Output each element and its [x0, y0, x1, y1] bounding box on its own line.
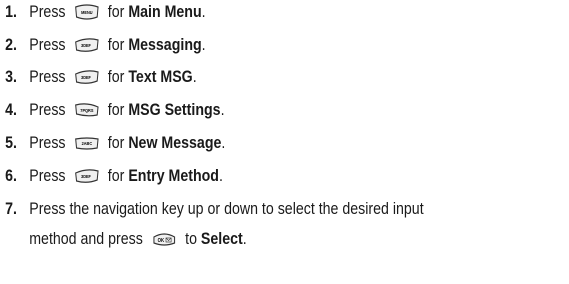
- step-line-2: method and press OK to Select.: [29, 229, 423, 249]
- key-7pqrs-icon: 7PQRS: [74, 102, 100, 118]
- step-connector: for: [103, 36, 125, 54]
- key-3def-icon: 3DEF: [74, 69, 100, 85]
- step-end: .: [220, 101, 225, 119]
- step-prefix: Press: [29, 3, 70, 21]
- step-end: .: [201, 3, 206, 21]
- step-prefix: Press: [29, 101, 70, 119]
- ok-key-icon: OK: [151, 231, 177, 247]
- step-target: MSG Settings: [128, 101, 221, 119]
- svg-text:7PQRS: 7PQRS: [80, 108, 93, 113]
- key-3def-icon: 3DEF: [74, 168, 100, 184]
- step-number: 4.: [5, 101, 17, 119]
- step-number: 1.: [5, 3, 17, 21]
- step-text: Press 3DEF for Messaging.: [29, 35, 205, 55]
- step-connector: for: [103, 167, 125, 185]
- step-prefix: Press: [29, 167, 70, 185]
- menu-key-icon: MENU: [74, 4, 100, 20]
- step-text: Press 3DEF for Text MSG.: [29, 67, 196, 87]
- step-target: Main Menu: [128, 3, 202, 21]
- step-text: Press 7PQRS for MSG Settings.: [29, 100, 224, 120]
- svg-text:2ABC: 2ABC: [81, 141, 92, 146]
- step-7: 7. Press the navigation key up or down t…: [0, 199, 489, 249]
- step-number: 3.: [5, 68, 17, 86]
- step-connector: for: [103, 3, 125, 21]
- step-prefix: Press: [29, 36, 70, 54]
- step-connector: to: [181, 230, 197, 248]
- step-text: Press the navigation key up or down to s…: [29, 199, 423, 249]
- step-number: 5.: [5, 134, 17, 152]
- svg-text:MENU: MENU: [81, 10, 92, 15]
- step-end: .: [221, 134, 226, 152]
- step-4: 4. Press 7PQRS for MSG Settings.: [0, 100, 489, 120]
- svg-text:3DEF: 3DEF: [81, 43, 91, 48]
- svg-text:3DEF: 3DEF: [81, 174, 91, 179]
- step-connector: for: [103, 134, 125, 152]
- step-number: 2.: [5, 36, 17, 54]
- step-end: .: [218, 167, 223, 185]
- step-target: Entry Method: [128, 167, 219, 185]
- key-2abc-icon: 2ABC: [74, 135, 100, 151]
- step-number: 7.: [5, 200, 17, 218]
- step-1: 1. Press MENU for Main Menu.: [0, 2, 489, 22]
- step-end: .: [242, 230, 247, 248]
- step-text: Press 3DEF for Entry Method.: [29, 166, 223, 186]
- step-connector: for: [103, 101, 125, 119]
- step-prefix: Press: [29, 68, 70, 86]
- step-5: 5. Press 2ABC for New Message.: [0, 133, 489, 153]
- step-text: Press MENU for Main Menu.: [29, 2, 205, 22]
- step-number: 6.: [5, 167, 17, 185]
- step-3: 3. Press 3DEF for Text MSG.: [0, 67, 489, 87]
- step-target: New Message: [128, 134, 222, 152]
- step-line-1: Press the navigation key up or down to s…: [29, 200, 424, 218]
- step-connector: for: [103, 68, 125, 86]
- step-prefix: Press: [29, 134, 70, 152]
- step-target: Select: [200, 230, 243, 248]
- svg-text:3DEF: 3DEF: [81, 75, 91, 80]
- step-6: 6. Press 3DEF for Entry Method.: [0, 166, 489, 186]
- svg-text:OK: OK: [157, 238, 164, 243]
- key-3def-icon: 3DEF: [74, 37, 100, 53]
- step-target: Messaging: [128, 36, 202, 54]
- step-prefix: method and press: [29, 230, 147, 248]
- step-target: Text MSG: [128, 68, 193, 86]
- step-end: .: [201, 36, 206, 54]
- step-end: .: [192, 68, 197, 86]
- step-2: 2. Press 3DEF for Messaging.: [0, 35, 489, 55]
- step-text: Press 2ABC for New Message.: [29, 133, 225, 153]
